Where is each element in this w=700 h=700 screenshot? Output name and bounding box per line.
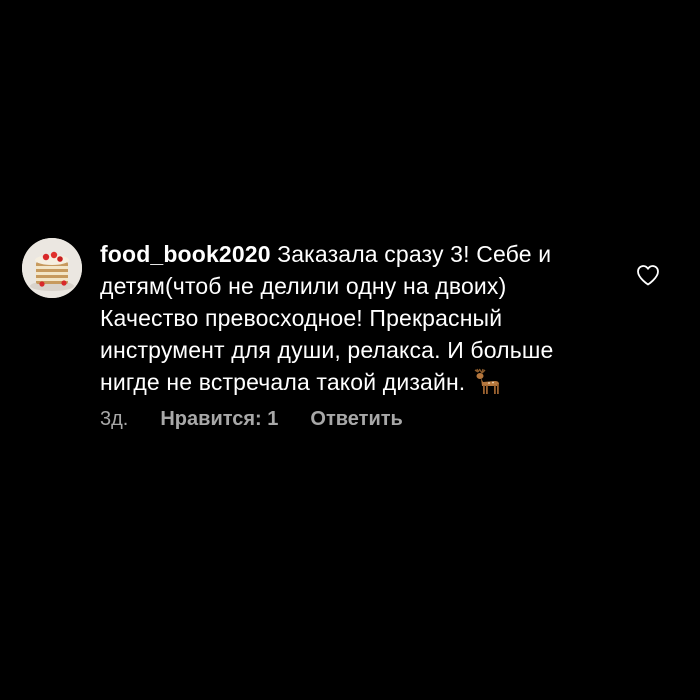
comment-username[interactable]: food_book2020 [100,241,271,267]
comment-body: food_book2020 Заказала сразу 3! Себе и д… [100,238,600,431]
comment-text-block: food_book2020 Заказала сразу 3! Себе и д… [100,238,600,398]
avatar-cake-photo [22,238,82,298]
avatar[interactable] [22,238,82,298]
comment-item: food_book2020 Заказала сразу 3! Себе и д… [22,238,682,431]
likes-count-button[interactable]: Нравится: 1 [160,408,278,431]
comment-age: 3д. [100,408,129,430]
comment-meta: 3д. Нравится: 1 Ответить [100,408,600,431]
deer-emoji [474,368,500,394]
reply-button[interactable]: Ответить [310,408,402,431]
heart-outline-icon[interactable] [636,264,660,286]
